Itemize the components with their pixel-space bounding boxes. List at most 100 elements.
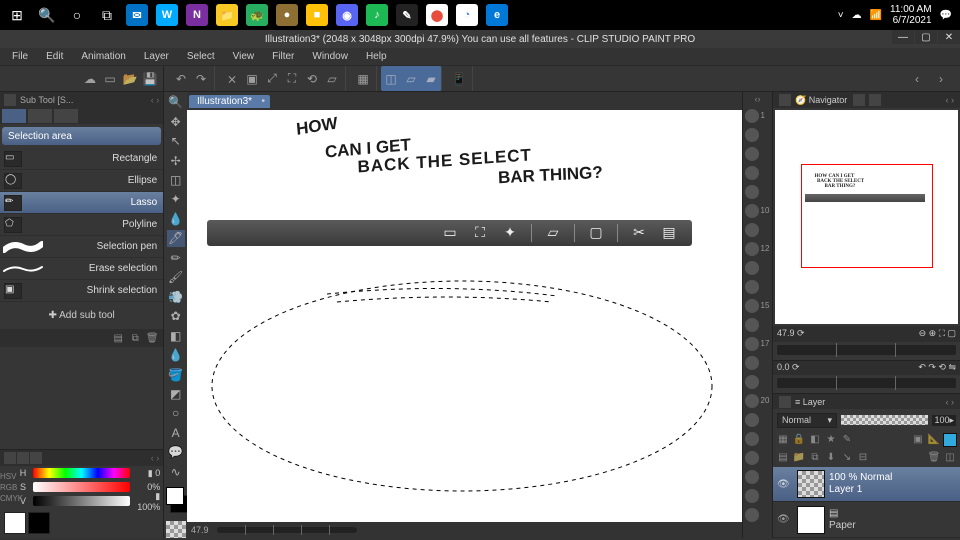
balloon-tool-icon[interactable]: 💬 [167, 444, 185, 460]
taskbar-app[interactable]: ✉ [122, 0, 152, 30]
deco-tool-icon[interactable]: ✿ [167, 308, 185, 324]
brush-size-tick[interactable]: 12 [743, 239, 773, 258]
taskbar-app[interactable]: ⬤ [422, 0, 452, 30]
blend-tool-icon[interactable]: 💧 [167, 347, 185, 363]
text-tool-icon[interactable]: A [167, 425, 185, 441]
smartphone-icon[interactable]: 📱 [450, 70, 468, 88]
nav-zoom-controls[interactable]: ⊖ ⊕ ⛶ ▢ [919, 328, 956, 339]
fill-tool-icon[interactable]: 🪣 [167, 366, 185, 382]
subtool-polyline[interactable]: ⬠Polyline [0, 214, 163, 236]
menu-help[interactable]: Help [358, 49, 395, 64]
layer-item-1[interactable]: 👁 100 % NormalLayer 1 [773, 467, 960, 503]
mask-icon[interactable]: ▣ [911, 433, 925, 447]
color-swatch-bg[interactable] [28, 512, 50, 534]
menu-layer[interactable]: Layer [136, 49, 177, 64]
sel-sub-icon[interactable]: ▰ [422, 70, 440, 88]
add-subtool-button[interactable]: ✚ Add sub tool [0, 302, 163, 329]
airbrush-tool-icon[interactable]: 💨 [167, 289, 185, 305]
brush-size-tick[interactable]: 17 [743, 334, 773, 353]
menu-animation[interactable]: Animation [73, 49, 133, 64]
menu-edit[interactable]: Edit [38, 49, 71, 64]
taskbar-clock[interactable]: 11:00 AM 6/7/2021 [890, 4, 932, 26]
brush-size-tick[interactable]: 1 [743, 106, 773, 125]
minimize-button[interactable]: — [892, 30, 914, 44]
delete-icon[interactable]: ⨯ [223, 70, 241, 88]
tool-property-icon[interactable] [4, 94, 16, 106]
eraser-tool-icon[interactable]: ◧ [167, 327, 185, 343]
clip-icon[interactable]: ◧ [808, 433, 822, 447]
brush-size-tick[interactable]: 20 [743, 391, 773, 410]
palette-dup-icon[interactable]: ⧉ [128, 331, 142, 345]
open-icon[interactable]: 📂 [121, 70, 139, 88]
transparent-swatch[interactable] [166, 521, 186, 537]
scale-icon[interactable]: ⤢ [263, 70, 281, 88]
taskbar-app[interactable]: W [152, 0, 182, 30]
layer-color-icon[interactable] [943, 433, 957, 447]
subtool-ellipse[interactable]: ◯Ellipse [0, 170, 163, 192]
taskbar-app[interactable]: ■ [302, 0, 332, 30]
taskbar-app[interactable]: e [482, 0, 512, 30]
subtool-group[interactable]: Selection area [2, 127, 161, 145]
menu-window[interactable]: Window [304, 49, 356, 64]
close-button[interactable]: ✕ [938, 30, 960, 44]
palette-del-icon[interactable]: 🗑 [145, 331, 159, 345]
undo-icon[interactable]: ↶ [172, 70, 190, 88]
new-layer-icon[interactable]: ▤ [776, 451, 790, 465]
panel-prev-icon[interactable]: ‹ [908, 70, 926, 88]
layer-tab[interactable]: ≡ Layer [795, 397, 825, 407]
canvas[interactable]: HOW CAN I GET BACK THE SELECT BAR THING?… [187, 110, 742, 522]
snap-icon[interactable]: ▦ [354, 70, 372, 88]
brush-size-tick[interactable] [743, 372, 773, 391]
tray-network-icon[interactable]: 📶 [870, 10, 882, 21]
subtool-rectangle[interactable]: ▭Rectangle [0, 148, 163, 170]
panel-next-icon[interactable]: › [932, 70, 950, 88]
info-tab-icon[interactable] [853, 94, 865, 106]
tray-chevron-icon[interactable]: ˅ [838, 10, 844, 21]
sel-add-icon[interactable]: ▱ [402, 70, 420, 88]
transfer-icon[interactable]: ↘ [840, 451, 854, 465]
eyedropper-tool-icon[interactable]: 💧 [167, 211, 185, 227]
lock-trans-icon[interactable]: ▦ [776, 433, 790, 447]
marquee-tool-icon[interactable]: ◫ [167, 172, 185, 188]
color-swatch-fg[interactable] [4, 512, 26, 534]
brush-size-tick[interactable] [743, 315, 773, 334]
start-button[interactable]: ⊞ [2, 0, 32, 30]
layerprop-tab-icon[interactable] [779, 396, 791, 408]
menu-view[interactable]: View [225, 49, 263, 64]
flip-h-icon[interactable]: ▱ [323, 70, 341, 88]
taskbar-app[interactable]: 📁 [212, 0, 242, 30]
menu-select[interactable]: Select [179, 49, 223, 64]
brush-size-tick[interactable] [743, 163, 773, 182]
visibility-icon[interactable]: 👁 [777, 479, 793, 490]
brush-size-tick[interactable] [743, 429, 773, 448]
navigator-tab[interactable]: 🧭 Navigator [795, 95, 847, 106]
dup-layer-icon[interactable]: ⧉ [808, 451, 822, 465]
combine-icon[interactable]: ⊟ [856, 451, 870, 465]
sel-new-icon[interactable]: ◫ [382, 70, 400, 88]
brush-size-tick[interactable] [743, 258, 773, 277]
zoom-slider[interactable] [217, 527, 357, 533]
tray-notifications-icon[interactable]: 💬 [940, 10, 952, 21]
new-folder-icon[interactable]: 📁 [792, 451, 806, 465]
taskbar-app[interactable]: N [182, 0, 212, 30]
del-layer-icon[interactable]: 🗑 [927, 451, 941, 465]
assets-icon[interactable]: ☁ [81, 70, 99, 88]
layer-item-paper[interactable]: 👁 ▤Paper [773, 502, 960, 538]
pencil-tool-icon[interactable]: ✏ [167, 250, 185, 266]
brush-size-tick[interactable] [743, 448, 773, 467]
merge-icon[interactable]: ⬇ [824, 451, 838, 465]
task-view-icon[interactable]: ⧉ [92, 0, 122, 30]
figure-tool-icon[interactable]: ○ [167, 405, 185, 421]
tray-onedrive-icon[interactable]: ☁ [852, 10, 862, 21]
brush-size-tick[interactable]: 10 [743, 201, 773, 220]
brush-size-tick[interactable] [743, 220, 773, 239]
navigator-preview[interactable]: HOW CAN I GET BACK THE SELECT BAR THING? [775, 110, 958, 324]
color-swatch-stack[interactable] [166, 487, 186, 514]
brush-size-tick[interactable] [743, 353, 773, 372]
brush-size-tick[interactable] [743, 144, 773, 163]
blend-mode-select[interactable]: Normal▾ [777, 413, 837, 428]
two-pane-icon[interactable]: ◫ [943, 451, 957, 465]
subtool-lasso[interactable]: ✏Lasso [0, 192, 163, 214]
save-icon[interactable]: 💾 [141, 70, 159, 88]
itemlist-tab-icon[interactable] [869, 94, 881, 106]
